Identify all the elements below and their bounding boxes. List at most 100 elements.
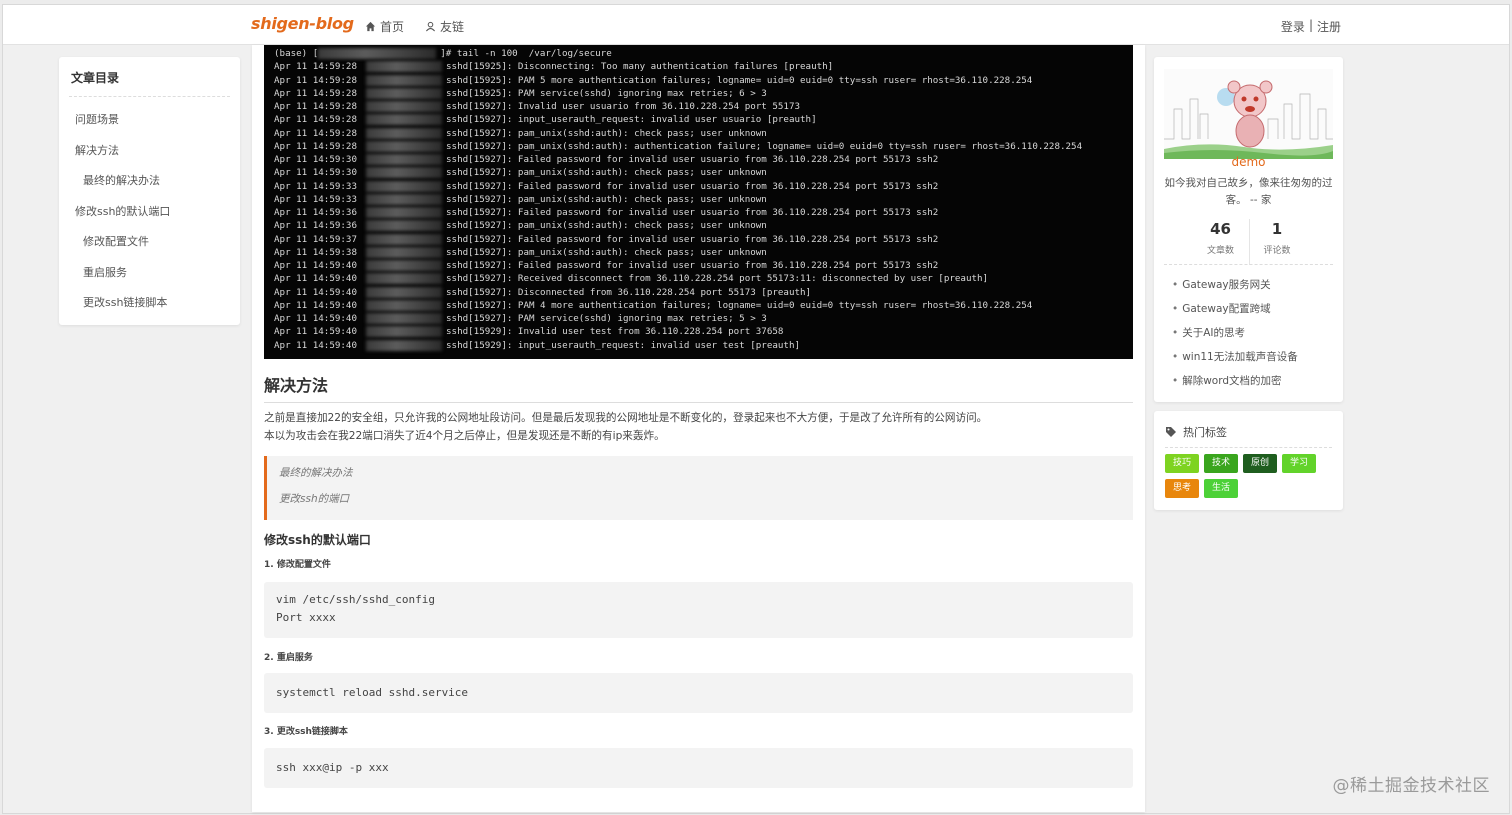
recent-post-title: 关于AI的思考 [1182, 327, 1245, 339]
log-timestamp: Apr 11 14:59:40 [274, 260, 357, 271]
log-timestamp: Apr 11 14:59:28 [274, 74, 357, 86]
log-message: sshd[15927]: Disconnected from 36.110.22… [446, 286, 812, 298]
log-timestamp: Apr 11 14:59:40 [274, 273, 357, 285]
home-icon [365, 21, 376, 32]
terminal-log-line: Apr 11 14:59:28 sshd[15927]: pam_unix(ssh… [274, 140, 1123, 153]
blurred-hostname [366, 339, 442, 351]
register-link[interactable]: 注册 [1317, 18, 1341, 35]
log-timestamp: Apr 11 14:59:40 [274, 286, 357, 298]
toc-item[interactable]: 修改配置文件 [69, 227, 230, 258]
toc-item[interactable]: 重启服务 [69, 258, 230, 289]
log-message: sshd[15925]: PAM 5 more authentication f… [446, 74, 1033, 86]
terminal-log-line: Apr 11 14:59:37 sshd[15927]: Failed passw… [274, 233, 1123, 246]
stat-comments[interactable]: 1 评论数 [1248, 219, 1305, 265]
tag-chip[interactable]: 原创 [1243, 454, 1278, 473]
log-message: sshd[15927]: PAM service(sshd) ignoring … [446, 313, 767, 324]
log-timestamp: Apr 11 14:59:28 [274, 114, 357, 126]
toc-item[interactable]: 更改ssh链接脚本 [69, 288, 230, 319]
recent-post-item[interactable]: • Gateway服务网关 [1172, 275, 1298, 299]
log-message: sshd[15929]: input_userauth_request: inv… [446, 339, 801, 351]
blurred-hostname [366, 101, 442, 112]
section-heading-solution: 解决方法 [264, 372, 1133, 403]
tag-chip[interactable]: 技术 [1204, 454, 1239, 473]
log-message: sshd[15927]: pam_unix(sshd:auth): authen… [446, 140, 1083, 152]
log-message: sshd[15929]: Invalid user test from 36.1… [446, 326, 784, 338]
blockquote: 最终的解决办法 更改ssh的端口 [264, 456, 1133, 520]
log-message: sshd[15927]: Failed password for invalid… [446, 207, 939, 218]
terminal-log-line: Apr 11 14:59:40 sshd[15927]: PAM 4 more a… [274, 299, 1123, 312]
log-message: sshd[15927]: input_userauth_request: inv… [446, 114, 817, 126]
log-timestamp: Apr 11 14:59:40 [274, 326, 357, 338]
blurred-hostname [366, 193, 442, 205]
recent-post-item[interactable]: • win11无法加载声音设备 [1172, 347, 1298, 371]
terminal-log-line: Apr 11 14:59:40 sshd[15927]: PAM service(… [274, 312, 1123, 325]
terminal-screenshot: (base) []# tail -n 100 /var/log/secure A… [264, 45, 1133, 359]
blurred-hostname [366, 260, 442, 271]
step-heading: 1. 修改配置文件 [264, 560, 331, 570]
terminal-log-line: Apr 11 14:59:38 sshd[15927]: pam_unix(ssh… [274, 246, 1123, 259]
toc-item[interactable]: 问题场景 [69, 105, 230, 136]
log-timestamp: Apr 11 14:59:40 [274, 299, 357, 311]
blurred-hostname [366, 61, 442, 73]
code-block: systemctl reload sshd.service [264, 673, 1133, 713]
log-timestamp: Apr 11 14:59:28 [274, 61, 357, 73]
quote-line: 更改ssh的端口 [279, 493, 350, 505]
author-name[interactable]: demo [1154, 155, 1343, 169]
recent-post-item[interactable]: • 关于AI的思考 [1172, 323, 1298, 347]
log-message: sshd[15927]: Failed password for invalid… [446, 180, 939, 192]
blurred-hostname [366, 286, 442, 298]
blurred-hostname [366, 140, 442, 152]
juejin-watermark: @稀土掘金技术社区 [1332, 776, 1490, 796]
log-message: sshd[15927]: pam_unix(sshd:auth): check … [446, 246, 767, 258]
log-message: sshd[15927]: Failed password for invalid… [446, 233, 939, 245]
recent-post-item[interactable]: • 解除word文档的加密 [1172, 371, 1298, 395]
nav-home-link[interactable]: 首页 [365, 18, 404, 35]
terminal-log-line: Apr 11 14:59:28 sshd[15925]: Disconnectin… [274, 60, 1123, 73]
log-timestamp: Apr 11 14:59:30 [274, 154, 357, 165]
tag-chip[interactable]: 技巧 [1165, 454, 1200, 473]
toc-item[interactable]: 最终的解决办法 [69, 166, 230, 197]
author-profile-card: demo 如今我对自己故乡，像来往匆匆的过客。 -- 家 46 文章数 1 评论… [1154, 57, 1343, 402]
tag-chip[interactable]: 生活 [1204, 479, 1239, 498]
log-message: sshd[15927]: pam_unix(sshd:auth): check … [446, 167, 767, 179]
code-block: vim /etc/ssh/sshd_config Port xxxx [264, 582, 1133, 638]
log-timestamp: Apr 11 14:59:28 [274, 101, 357, 112]
blurred-hostname [366, 220, 442, 232]
toc-item[interactable]: 修改ssh的默认端口 [69, 197, 230, 228]
terminal-prompt: (base) [ [274, 48, 319, 59]
hot-tags-header: 热门标签 [1165, 424, 1332, 448]
blurred-hostname [366, 326, 442, 338]
terminal-log-line: Apr 11 14:59:33 sshd[15927]: pam_unix(ssh… [274, 193, 1123, 206]
tag-chip[interactable]: 思考 [1165, 479, 1200, 498]
nav-links-link[interactable]: 友链 [425, 18, 464, 35]
terminal-header-line: (base) []# tail -n 100 /var/log/secure [274, 47, 1123, 60]
blurred-hostname [366, 154, 442, 165]
comments-count: 1 [1271, 220, 1283, 238]
log-message: sshd[15927]: PAM 4 more authentication f… [446, 299, 1033, 311]
stat-posts[interactable]: 46 文章数 [1193, 219, 1249, 265]
log-message: sshd[15927]: pam_unix(sshd:auth): check … [446, 220, 767, 232]
site-logo[interactable]: shigen-blog [251, 14, 354, 33]
terminal-log-line: Apr 11 14:59:28 sshd[15925]: PAM service(… [274, 87, 1123, 100]
log-message: sshd[15927]: Failed password for invalid… [446, 154, 939, 165]
code-line: systemctl reload sshd.service [276, 686, 469, 699]
user-icon [425, 21, 436, 32]
log-timestamp: Apr 11 14:59:40 [274, 339, 357, 351]
divider [1164, 264, 1333, 265]
blurred-hostname [366, 127, 442, 139]
log-message: sshd[15927]: Failed password for invalid… [446, 260, 939, 271]
blurred-hostname [366, 167, 442, 179]
toc-item[interactable]: 解决方法 [69, 136, 230, 167]
posts-count: 46 [1210, 220, 1231, 238]
log-message: sshd[15925]: Disconnecting: Too many aut… [446, 61, 834, 73]
recent-post-item[interactable]: • Gateway配置跨域 [1172, 299, 1298, 323]
log-message: sshd[15927]: Received disconnect from 36… [446, 273, 989, 285]
log-message: sshd[15927]: pam_unix(sshd:auth): check … [446, 193, 767, 205]
article-content: (base) []# tail -n 100 /var/log/secure A… [252, 45, 1145, 812]
log-timestamp: Apr 11 14:59:38 [274, 246, 357, 258]
log-message: sshd[15925]: PAM service(sshd) ignoring … [446, 87, 767, 99]
tag-chip[interactable]: 学习 [1282, 454, 1317, 473]
quote-line: 最终的解决办法 [279, 467, 353, 479]
blurred-hostname [366, 313, 442, 324]
login-link[interactable]: 登录 [1281, 18, 1305, 35]
